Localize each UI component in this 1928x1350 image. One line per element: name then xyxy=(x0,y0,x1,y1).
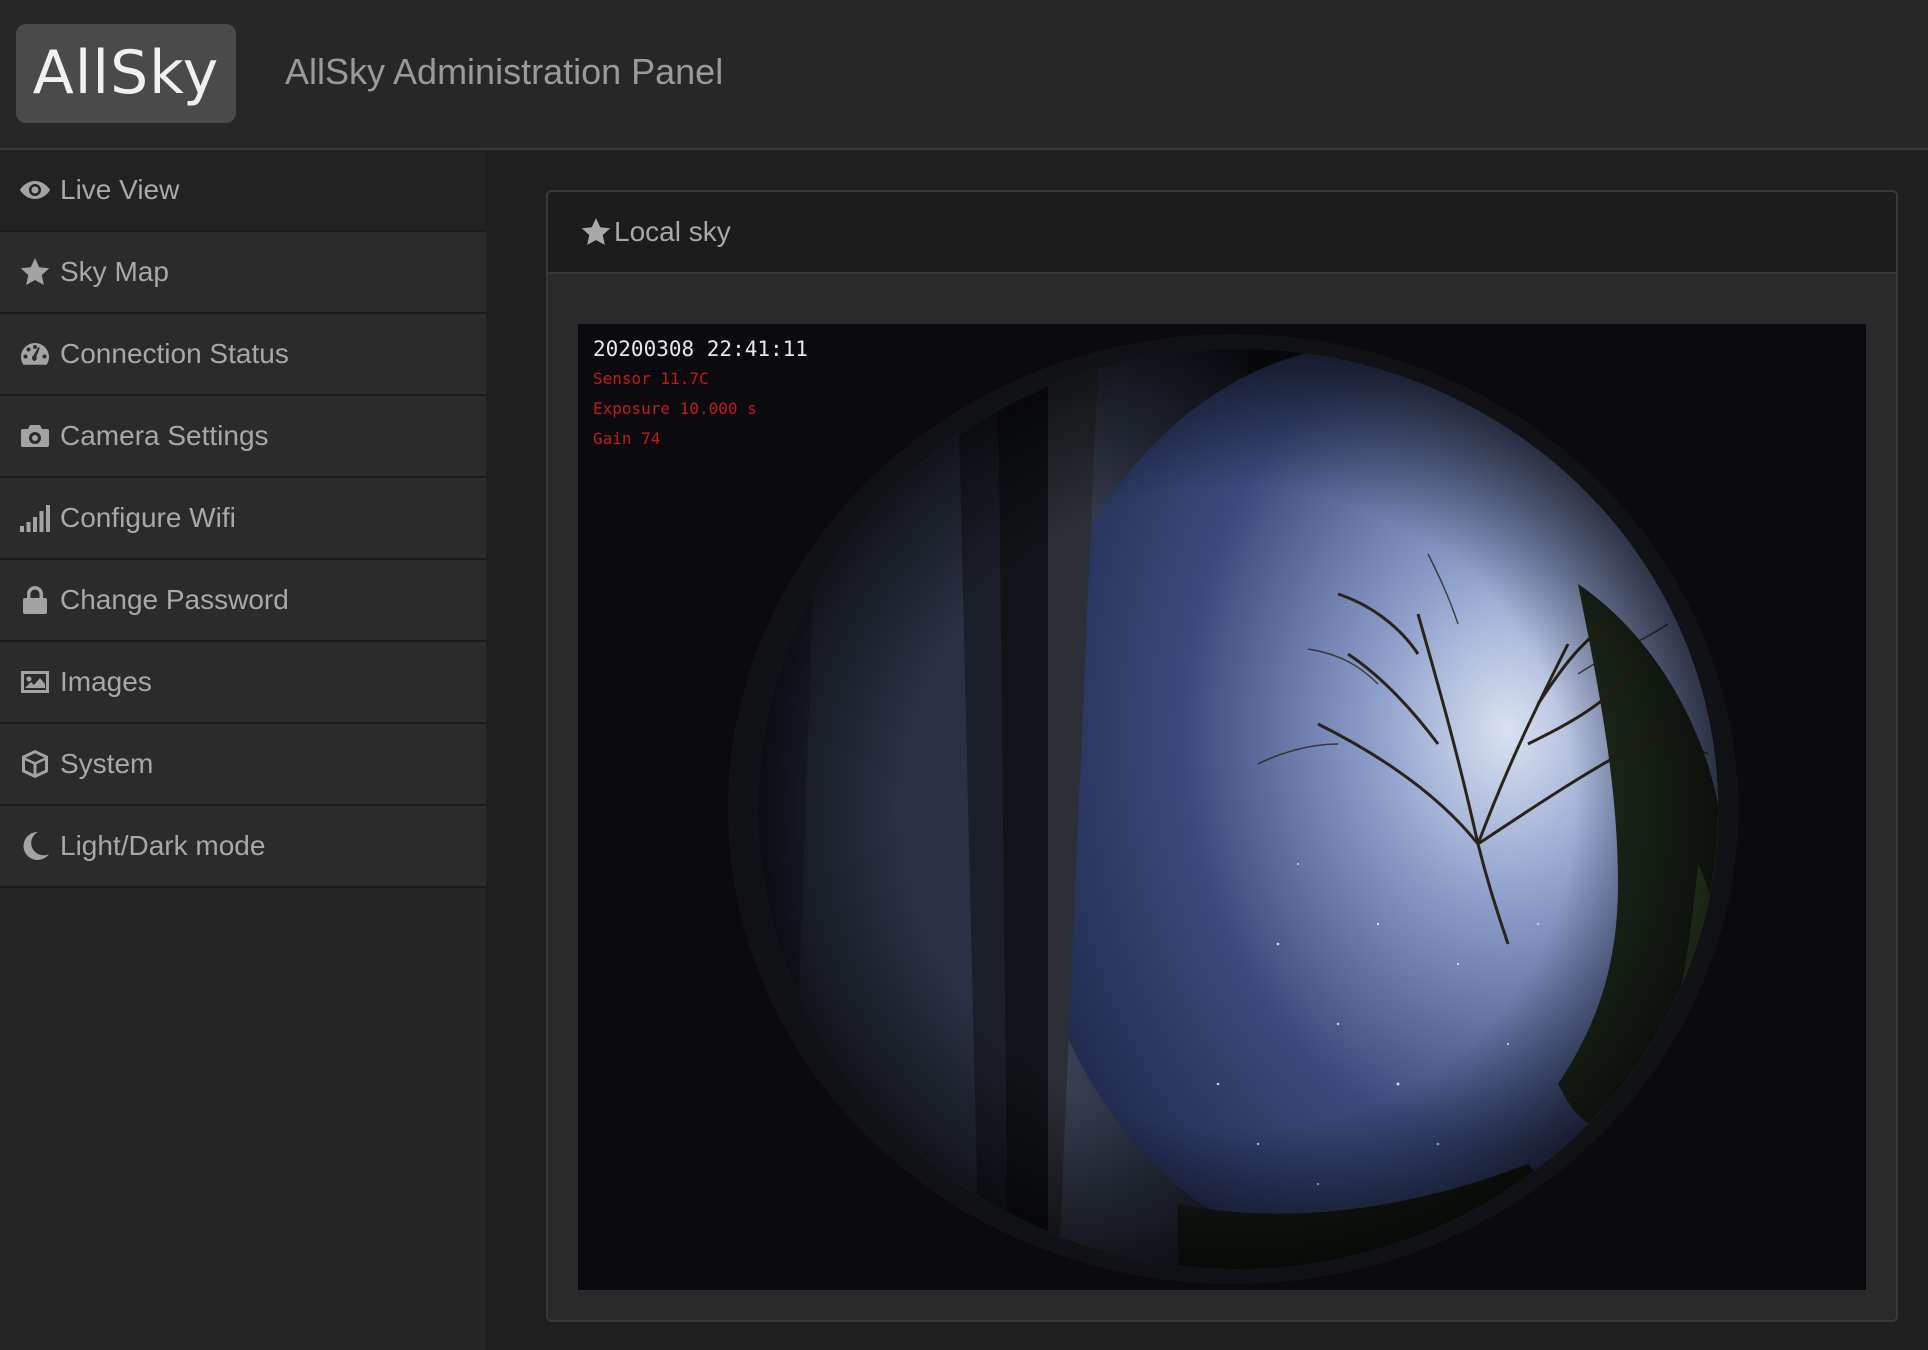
capture-timestamp: 20200308 22:41:11 xyxy=(593,337,808,361)
camera-icon xyxy=(18,419,52,453)
sidebar-item-label: Camera Settings xyxy=(60,420,269,451)
brand-logo[interactable]: AllSky xyxy=(16,24,236,123)
sidebar-item-label: Change Password xyxy=(60,584,289,615)
star-icon xyxy=(18,255,52,289)
moon-icon xyxy=(18,829,52,863)
sidebar-item-system[interactable]: System xyxy=(0,724,486,806)
sidebar-item-connection-status[interactable]: Connection Status xyxy=(0,314,486,396)
cube-icon xyxy=(18,747,52,781)
gain-value: Gain 74 xyxy=(593,429,661,448)
star-icon xyxy=(581,218,611,245)
top-navbar: AllSky AllSky Administration Panel xyxy=(0,0,1928,150)
sidebar: Live View Sky Map Connection Status Came… xyxy=(0,150,486,1350)
sidebar-item-label: System xyxy=(60,748,154,779)
sidebar-item-label: Images xyxy=(60,666,152,697)
image-icon xyxy=(18,665,52,699)
lock-icon xyxy=(18,583,52,617)
sidebar-item-label: Light/Dark mode xyxy=(60,830,266,861)
local-sky-panel: Local sky 20200308 22:41:11 Sensor 11.7C… xyxy=(546,190,1898,1322)
sidebar-item-live-view[interactable]: Live View xyxy=(0,150,486,232)
app-title: AllSky Administration Panel xyxy=(285,51,724,92)
sidebar-item-label: Configure Wifi xyxy=(60,502,236,533)
sidebar-item-camera-settings[interactable]: Camera Settings xyxy=(0,396,486,478)
sidebar-item-light-dark-mode[interactable]: Light/Dark mode xyxy=(0,806,486,888)
sidebar-item-label: Live View xyxy=(60,174,180,205)
sidebar-item-configure-wifi[interactable]: Configure Wifi xyxy=(0,478,486,560)
sidebar-item-images[interactable]: Images xyxy=(0,642,486,724)
eye-icon xyxy=(18,173,52,207)
fisheye-sky-picture xyxy=(728,334,1738,1284)
sidebar-item-label: Sky Map xyxy=(60,256,169,287)
sidebar-item-sky-map[interactable]: Sky Map xyxy=(0,232,486,314)
exposure-time: Exposure 10.000 s xyxy=(593,399,757,418)
panel-title: Local sky xyxy=(614,216,731,247)
sidebar-item-change-password[interactable]: Change Password xyxy=(0,560,486,642)
live-sky-image[interactable]: 20200308 22:41:11 Sensor 11.7C Exposure … xyxy=(578,324,1866,1290)
signal-icon xyxy=(18,501,52,535)
dashboard-icon xyxy=(18,337,52,371)
sidebar-item-label: Connection Status xyxy=(60,338,289,369)
image-overlay-text: 20200308 22:41:11 Sensor 11.7C Exposure … xyxy=(593,334,808,454)
sensor-temperature: Sensor 11.7C xyxy=(593,369,709,388)
panel-heading: Local sky xyxy=(548,192,1896,274)
